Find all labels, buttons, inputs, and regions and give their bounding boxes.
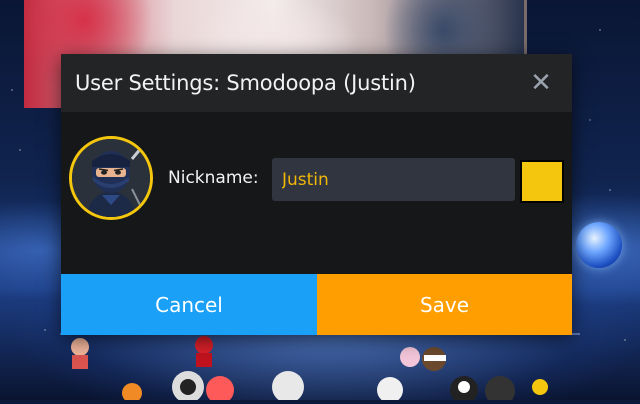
nickname-label: Nickname: xyxy=(168,168,259,188)
dialog-footer: Cancel Save xyxy=(61,274,572,335)
user-settings-dialog: User Settings: Smodoopa (Justin) ✕ Nickn… xyxy=(61,54,572,335)
ninja-avatar-graphic xyxy=(72,139,150,217)
room-avatars xyxy=(60,335,580,404)
close-icon[interactable]: ✕ xyxy=(528,70,554,96)
nickname-input[interactable] xyxy=(272,158,515,201)
dialog-title: User Settings: Smodoopa (Justin) xyxy=(75,71,416,95)
cancel-button[interactable]: Cancel xyxy=(61,274,317,335)
planet-icon xyxy=(576,222,622,268)
nickname-color-swatch[interactable] xyxy=(520,160,564,203)
room-avatars-graphic xyxy=(71,336,548,404)
dialog-body: Nickname: xyxy=(61,112,572,274)
save-button[interactable]: Save xyxy=(317,274,572,335)
dialog-header: User Settings: Smodoopa (Justin) ✕ xyxy=(61,54,572,112)
ninja-avatar-icon xyxy=(69,136,153,220)
